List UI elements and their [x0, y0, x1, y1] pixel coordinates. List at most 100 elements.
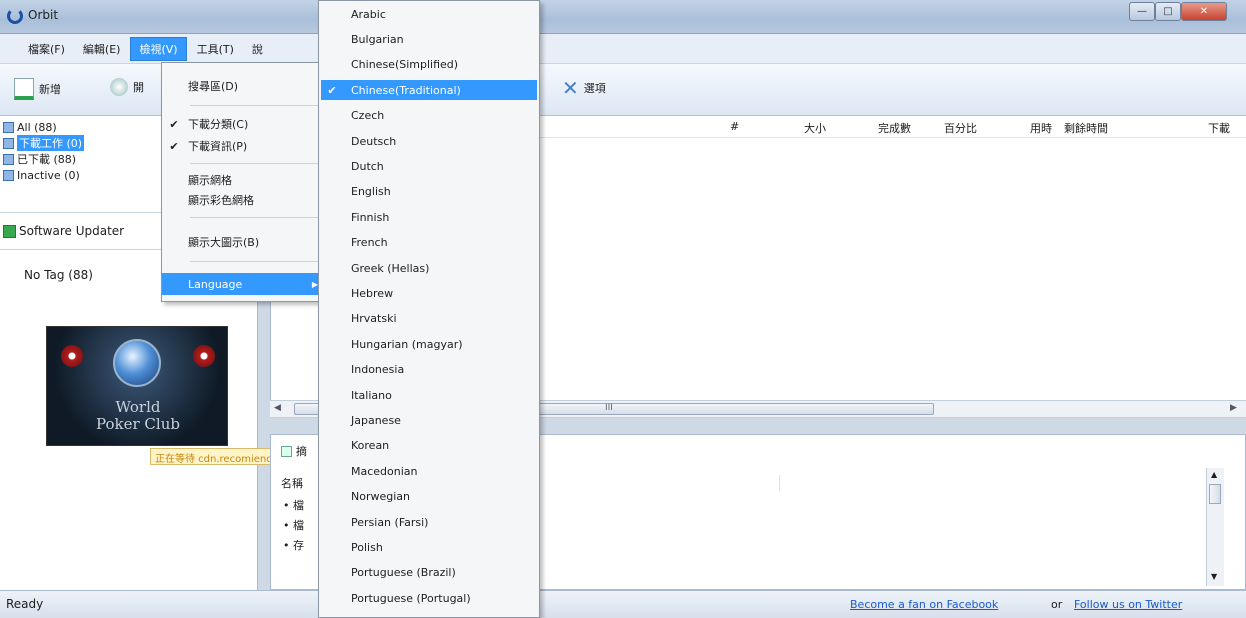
- close-button[interactable]: ✕: [1181, 2, 1227, 21]
- language-item[interactable]: Arabic: [321, 4, 537, 24]
- language-item[interactable]: English: [321, 182, 537, 202]
- menu-separator: [190, 217, 320, 218]
- language-item[interactable]: Macedonian: [321, 461, 537, 481]
- column-number[interactable]: #: [730, 120, 739, 133]
- window-title: Orbit: [28, 8, 59, 22]
- language-label: Finnish: [351, 210, 390, 224]
- category-all[interactable]: All (88): [3, 120, 57, 134]
- language-label: Persian (Farsi): [351, 515, 429, 529]
- language-label: Chinese(Traditional): [351, 83, 461, 97]
- language-item[interactable]: Deutsch: [321, 131, 537, 151]
- scroll-down-icon[interactable]: ▼: [1211, 572, 1217, 581]
- language-item[interactable]: Dutch: [321, 156, 537, 176]
- category-icon: [3, 121, 14, 133]
- new-button-label: 新增: [39, 83, 61, 96]
- menu-help[interactable]: 說: [244, 38, 271, 60]
- facebook-link[interactable]: Become a fan on Facebook: [850, 598, 998, 611]
- details-tab[interactable]: 摘: [281, 443, 307, 459]
- language-label: Norwegian: [351, 490, 410, 504]
- language-item[interactable]: Italiano: [321, 385, 537, 405]
- ad-banner[interactable]: World Poker Club: [46, 326, 228, 446]
- language-label: Japanese: [351, 413, 401, 427]
- menu-item-show-color-grid[interactable]: 顯示彩色網格: [162, 189, 324, 211]
- language-label: Korean: [351, 439, 390, 453]
- category-downloaded[interactable]: 已下載 (88): [3, 152, 76, 166]
- maximize-button[interactable]: □: [1155, 2, 1181, 21]
- menu-item-label: 顯示網格: [188, 174, 232, 187]
- detail-row: • 存: [283, 539, 304, 552]
- menu-view[interactable]: 檢視(V): [130, 36, 187, 61]
- inactive-icon: [3, 169, 14, 181]
- menu-separator: [190, 105, 320, 106]
- menu-item-label: Language: [188, 277, 243, 291]
- scroll-right-icon[interactable]: ▶: [1230, 403, 1237, 413]
- language-item[interactable]: Hebrew: [321, 283, 537, 303]
- menu-item-download-info[interactable]: ✔ 下載資訊(P): [162, 135, 324, 157]
- twitter-link[interactable]: Follow us on Twitter: [1074, 598, 1182, 611]
- language-item[interactable]: Hungarian (magyar): [321, 334, 537, 354]
- column-percent[interactable]: 百分比: [944, 120, 977, 136]
- menu-edit[interactable]: 編輯(E): [75, 38, 129, 60]
- menu-item-search-area[interactable]: 搜尋區(D): [162, 75, 324, 97]
- menu-tools[interactable]: 工具(T): [189, 38, 242, 60]
- tag-no-tag[interactable]: No Tag (88): [24, 268, 93, 282]
- language-item[interactable]: Bulgarian: [321, 29, 537, 49]
- language-item[interactable]: Chinese(Simplified): [321, 55, 537, 75]
- minimize-button[interactable]: —: [1129, 2, 1155, 21]
- software-updater-label: Software Updater: [19, 224, 125, 238]
- language-label: Deutsch: [351, 134, 397, 148]
- check-icon: ✔: [327, 83, 337, 97]
- menu-item-show-grid[interactable]: 顯示網格: [162, 169, 324, 191]
- language-item[interactable]: Norwegian: [321, 487, 537, 507]
- language-label: Greek (Hellas): [351, 261, 430, 275]
- column-completed[interactable]: 完成數: [878, 120, 911, 136]
- menu-item-categories[interactable]: ✔ 下載分類(C): [162, 113, 324, 135]
- scroll-left-icon[interactable]: ◀: [274, 403, 281, 413]
- new-button[interactable]: 新增: [14, 78, 61, 100]
- menu-item-label: 搜尋區(D): [188, 80, 239, 93]
- category-label: All (88): [17, 120, 57, 134]
- language-item[interactable]: Czech: [321, 106, 537, 126]
- category-inactive[interactable]: Inactive (0): [3, 168, 80, 182]
- software-updater-item[interactable]: Software Updater: [3, 224, 124, 238]
- language-item[interactable]: Finnish: [321, 207, 537, 227]
- column-download[interactable]: 下載: [1208, 120, 1230, 136]
- menu-bar: 檔案(F) 編輯(E) 檢視(V) 工具(T) 說: [0, 34, 1246, 64]
- ad-title-line1: World: [115, 398, 161, 416]
- ad-title-line2: Poker Club: [96, 415, 180, 433]
- column-remaining[interactable]: 剩餘時間: [1064, 120, 1108, 136]
- vertical-scrollbar[interactable]: ▲ ▼: [1206, 468, 1224, 586]
- start-button[interactable]: 開: [110, 78, 144, 96]
- language-item[interactable]: Portuguese (Portugal): [321, 588, 537, 608]
- menu-file[interactable]: 檔案(F): [20, 38, 73, 60]
- language-item[interactable]: ✔ Chinese(Traditional): [321, 80, 537, 101]
- poker-chip-icon: [193, 345, 215, 367]
- language-label: Chinese(Simplified): [351, 58, 459, 72]
- language-item[interactable]: Persian (Farsi): [321, 512, 537, 532]
- view-menu: 搜尋區(D) ✔ 下載分類(C) ✔ 下載資訊(P) 顯示網格 顯示彩色網格 顯…: [161, 62, 325, 302]
- scrollbar-thumb[interactable]: [1209, 484, 1221, 504]
- scroll-up-icon[interactable]: ▲: [1211, 470, 1217, 479]
- globe-icon: [113, 339, 161, 387]
- column-size[interactable]: 大小: [804, 120, 826, 136]
- language-item[interactable]: Korean: [321, 436, 537, 456]
- language-item[interactable]: Japanese: [321, 410, 537, 430]
- language-label: French: [351, 236, 388, 250]
- language-item[interactable]: Hrvatski: [321, 309, 537, 329]
- category-downloading[interactable]: 下載工作 (0): [3, 135, 85, 151]
- menu-item-label: 顯示彩色網格: [188, 194, 254, 207]
- language-item[interactable]: Indonesia: [321, 360, 537, 380]
- menu-item-large-icons[interactable]: 顯示大圖示(B): [162, 231, 324, 253]
- details-tab-label: 摘: [296, 445, 307, 458]
- column-elapsed[interactable]: 用時: [1030, 120, 1052, 136]
- menu-separator: [190, 163, 320, 164]
- language-item[interactable]: Greek (Hellas): [321, 258, 537, 278]
- language-item[interactable]: Polish: [321, 537, 537, 557]
- category-label: Inactive (0): [17, 168, 80, 182]
- menu-item-language[interactable]: Language ▶: [162, 273, 324, 295]
- language-item[interactable]: Portuguese (Brazil): [321, 563, 537, 583]
- new-download-icon: [14, 78, 34, 100]
- language-item[interactable]: French: [321, 233, 537, 253]
- ad-title: World Poker Club: [47, 399, 229, 433]
- options-button[interactable]: ✕ 選項: [562, 78, 606, 98]
